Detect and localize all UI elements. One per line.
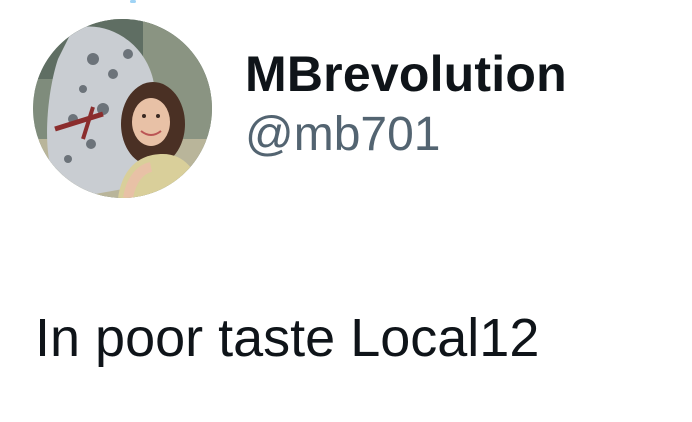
- tweet-text: In poor taste Local12: [35, 308, 540, 368]
- avatar-photo-icon: [33, 19, 212, 198]
- top-accent: [0, 0, 692, 3]
- author-names: MBrevolution @mb701: [245, 44, 567, 164]
- tweet-card: MBrevolution @mb701 In poor taste Local1…: [0, 0, 692, 422]
- tweet-header: MBrevolution @mb701: [33, 19, 567, 198]
- avatar[interactable]: [33, 19, 212, 198]
- user-handle[interactable]: @mb701: [245, 106, 567, 164]
- display-name[interactable]: MBrevolution: [245, 44, 567, 104]
